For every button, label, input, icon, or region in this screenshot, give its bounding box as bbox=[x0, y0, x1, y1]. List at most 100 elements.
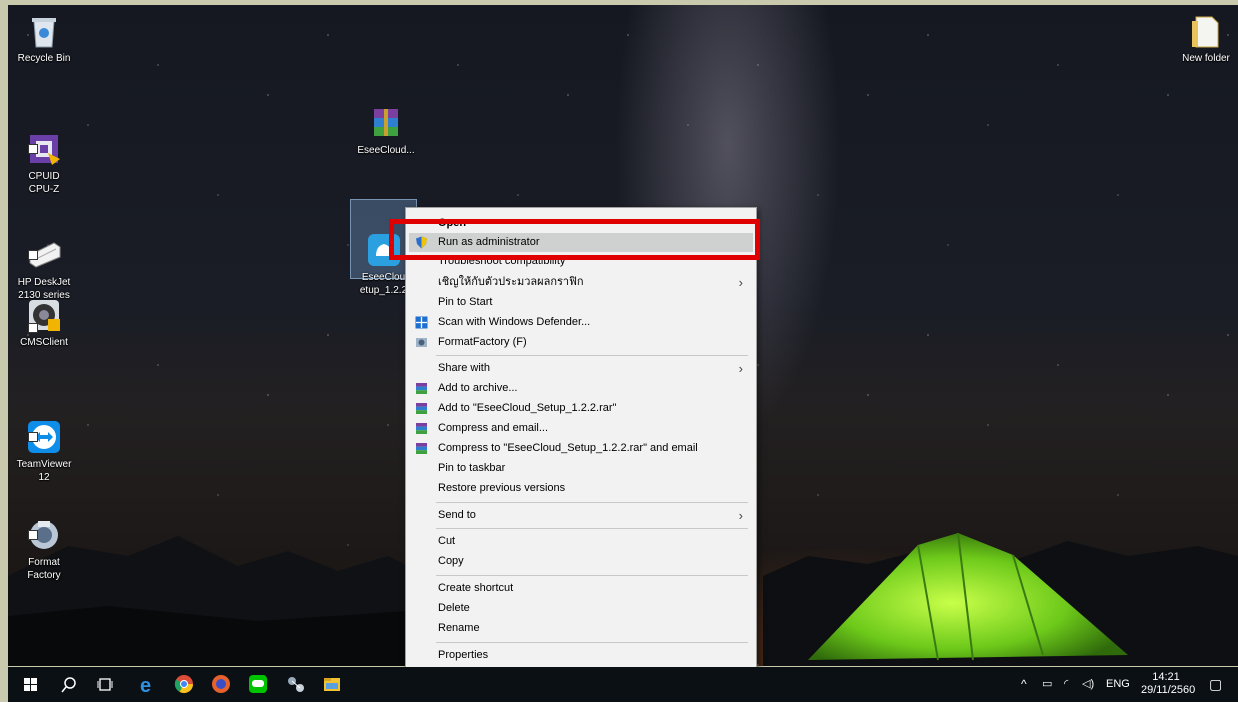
edge-icon: e bbox=[140, 675, 151, 697]
menu-item-run-with-graphics-processor[interactable]: เชิญให้กับตัวประมวลผลกราฟิก › bbox=[409, 273, 753, 292]
wifi-icon: ◜ bbox=[1064, 678, 1069, 690]
menu-item-add-to-archive[interactable]: Add to archive... bbox=[409, 379, 753, 398]
desktop-icon-label: CPUID CPU-Z bbox=[28, 171, 60, 195]
desktop-icon-hp-deskjet[interactable]: HP DeskJet 2130 series bbox=[8, 211, 80, 302]
recycle-bin-icon bbox=[26, 13, 62, 49]
winrar-archive-icon bbox=[368, 105, 404, 141]
edge-taskbar-button[interactable]: e bbox=[132, 667, 162, 702]
desktop-icon-label: EseeCloud... bbox=[357, 145, 415, 156]
desktop-icon-label: New folder bbox=[1182, 53, 1230, 64]
shortcut-arrow-icon bbox=[28, 530, 38, 540]
winrar-icon bbox=[415, 382, 428, 395]
tray-wifi-wrapper[interactable]: ◜ bbox=[1064, 667, 1068, 702]
menu-item-label: Add to archive... bbox=[438, 382, 518, 394]
menu-item-rename[interactable]: Rename bbox=[409, 619, 753, 638]
menu-item-properties[interactable]: Properties bbox=[409, 646, 753, 665]
winrar-icon bbox=[415, 442, 428, 455]
network-tool-icon bbox=[288, 677, 304, 692]
svg-text:e: e bbox=[140, 675, 151, 697]
show-hidden-icons-button[interactable]: ^ bbox=[1021, 667, 1027, 702]
shortcut-arrow-icon bbox=[28, 432, 38, 442]
start-icon bbox=[24, 678, 37, 691]
menu-item-compress-and-email[interactable]: Compress and email... bbox=[409, 419, 753, 438]
desktop-icon-cmsclient[interactable]: CMSClient bbox=[8, 297, 80, 349]
shortcut-arrow-icon bbox=[28, 250, 38, 260]
menu-item-label: Scan with Windows Defender... bbox=[438, 316, 591, 328]
network-tool-taskbar-button[interactable] bbox=[280, 667, 310, 702]
menu-separator bbox=[436, 528, 748, 529]
glowing-tent bbox=[808, 532, 1128, 661]
desktop-icon-format-factory[interactable]: Format Factory bbox=[8, 491, 80, 582]
menu-item-label: Create shortcut bbox=[438, 582, 514, 594]
chevron-right-icon: › bbox=[738, 275, 743, 290]
menu-item-copy[interactable]: Copy bbox=[409, 552, 753, 571]
menu-item-formatfactory[interactable]: FormatFactory (F) bbox=[409, 333, 753, 352]
desktop-icon-label: CMSClient bbox=[20, 337, 68, 348]
menu-item-label: Pin to Start bbox=[438, 296, 493, 308]
desktop-icon-cpuz[interactable]: CPUID CPU-Z bbox=[8, 105, 80, 196]
menu-item-label: FormatFactory (F) bbox=[438, 336, 527, 348]
menu-item-label: Compress and email... bbox=[438, 422, 549, 434]
menu-item-cut[interactable]: Cut bbox=[409, 532, 753, 551]
menu-item-add-to-rar[interactable]: Add to "EseeCloud_Setup_1.2.2.rar" bbox=[409, 399, 753, 418]
format-factory-icon bbox=[26, 504, 62, 549]
desktop-icon-new-folder[interactable]: New folder bbox=[1170, 13, 1238, 65]
volume-icon: ◁) bbox=[1082, 678, 1095, 690]
menu-item-send-to[interactable]: Send to › bbox=[409, 506, 753, 525]
context-menu: Open Run as administrator Troubleshoot c… bbox=[405, 207, 757, 669]
formatfactory-icon bbox=[415, 336, 428, 349]
menu-item-scan-with-defender[interactable]: Scan with Windows Defender... bbox=[409, 313, 753, 332]
winrar-icon bbox=[415, 422, 428, 435]
desktop-icon-label: TeamViewer 12 bbox=[16, 459, 72, 483]
desktop-icon-recycle-bin[interactable]: Recycle Bin bbox=[8, 13, 80, 65]
menu-item-restore-previous-versions[interactable]: Restore previous versions bbox=[409, 479, 753, 498]
clock[interactable]: 14:21 29/11/2560 bbox=[1141, 671, 1196, 706]
menu-item-create-shortcut[interactable]: Create shortcut bbox=[409, 579, 753, 598]
shortcut-arrow-icon bbox=[28, 323, 38, 333]
menu-item-delete[interactable]: Delete bbox=[409, 599, 753, 618]
menu-item-label: Cut bbox=[438, 535, 456, 547]
shortcut-arrow-icon bbox=[28, 144, 38, 154]
search-icon bbox=[61, 677, 76, 693]
menu-item-label: เชิญให้กับตัวประมวลผลกราฟิก bbox=[438, 276, 584, 288]
menu-separator bbox=[436, 355, 748, 356]
firefox-icon bbox=[212, 675, 230, 693]
desktop-icon-label: Recycle Bin bbox=[17, 53, 71, 64]
chrome-taskbar-button[interactable] bbox=[169, 667, 199, 702]
line-icon bbox=[249, 675, 267, 693]
red-highlight-annotation bbox=[389, 219, 760, 260]
tray-volume-wrapper[interactable]: ◁) bbox=[1082, 667, 1094, 702]
menu-item-label: Restore previous versions bbox=[438, 482, 566, 494]
network-icon: ▭ bbox=[1042, 678, 1053, 690]
language-indicator[interactable]: ENG bbox=[1106, 667, 1130, 702]
file-explorer-taskbar-button[interactable] bbox=[317, 667, 347, 702]
action-center-button[interactable]: ▢ bbox=[1209, 667, 1222, 702]
menu-item-label: Send to bbox=[438, 509, 476, 521]
task-view-button[interactable] bbox=[90, 667, 120, 702]
desktop-icon-label: Format Factory bbox=[27, 557, 61, 581]
menu-item-compress-to-rar-and-email[interactable]: Compress to "EseeCloud_Setup_1.2.2.rar" … bbox=[409, 439, 753, 458]
menu-item-share-with[interactable]: Share with › bbox=[409, 359, 753, 378]
desktop-icon-teamviewer[interactable]: TeamViewer 12 bbox=[8, 393, 80, 484]
chevron-right-icon: › bbox=[738, 361, 743, 376]
menu-item-pin-to-start[interactable]: Pin to Start bbox=[409, 293, 753, 312]
folder-icon bbox=[1188, 13, 1224, 49]
menu-separator bbox=[436, 502, 748, 503]
clock-date: 29/11/2560 bbox=[1141, 684, 1196, 696]
line-taskbar-button[interactable] bbox=[243, 667, 273, 702]
menu-item-label: Copy bbox=[438, 555, 464, 567]
firefox-taskbar-button[interactable] bbox=[206, 667, 236, 702]
desktop-icon-eseecloud-rar[interactable]: EseeCloud... bbox=[350, 105, 422, 157]
tray-network-icon-wrapper[interactable]: ▭ bbox=[1042, 667, 1052, 702]
cpuz-icon bbox=[26, 118, 62, 165]
menu-separator bbox=[436, 642, 748, 643]
start-button[interactable] bbox=[16, 667, 46, 702]
menu-item-label: Compress to "EseeCloud_Setup_1.2.2.rar" … bbox=[438, 442, 698, 454]
language-label: ENG bbox=[1106, 678, 1130, 690]
menu-item-pin-to-taskbar[interactable]: Pin to taskbar bbox=[409, 459, 753, 478]
menu-separator bbox=[436, 575, 748, 576]
search-button[interactable] bbox=[54, 667, 84, 702]
chevron-right-icon: › bbox=[738, 508, 743, 523]
taskbar: e ^ ▭ ◜ ◁) ENG 14:21 29/11/2560 ▢ bbox=[8, 667, 1238, 702]
desktop-icon-label: EseeClou etup_1.2.2 bbox=[359, 272, 408, 296]
